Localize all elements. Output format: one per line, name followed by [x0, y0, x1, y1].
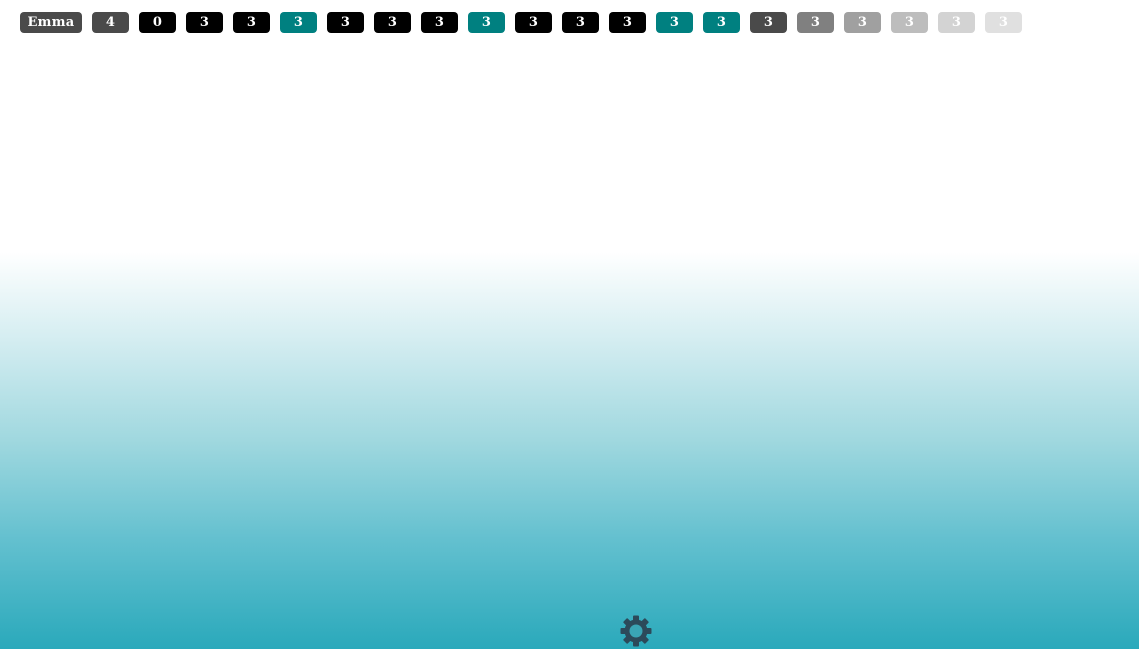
score-chip[interactable]: 3 [609, 12, 646, 33]
score-chip[interactable]: 3 [797, 12, 834, 33]
score-chip[interactable]: 3 [985, 12, 1022, 33]
score-chip[interactable]: 3 [374, 12, 411, 33]
player-name-chip[interactable]: Emma [20, 12, 82, 33]
score-chip[interactable]: 3 [750, 12, 787, 33]
score-chip[interactable]: 3 [421, 12, 458, 33]
gear-icon [620, 615, 652, 647]
score-chip[interactable]: 3 [703, 12, 740, 33]
score-chip[interactable]: 3 [891, 12, 928, 33]
settings-button[interactable] [619, 614, 653, 648]
score-chip[interactable]: 0 [139, 12, 176, 33]
score-chip[interactable]: 4 [92, 12, 129, 33]
score-chip[interactable]: 3 [468, 12, 505, 33]
score-chip[interactable]: 3 [515, 12, 552, 33]
score-chip[interactable]: 3 [562, 12, 599, 33]
score-chip[interactable]: 3 [938, 12, 975, 33]
score-chip[interactable]: 3 [233, 12, 270, 33]
score-chip[interactable]: 3 [656, 12, 693, 33]
score-chip[interactable]: 3 [327, 12, 364, 33]
score-chip[interactable]: 3 [186, 12, 223, 33]
score-chip[interactable]: 3 [280, 12, 317, 33]
score-chip[interactable]: 3 [844, 12, 881, 33]
